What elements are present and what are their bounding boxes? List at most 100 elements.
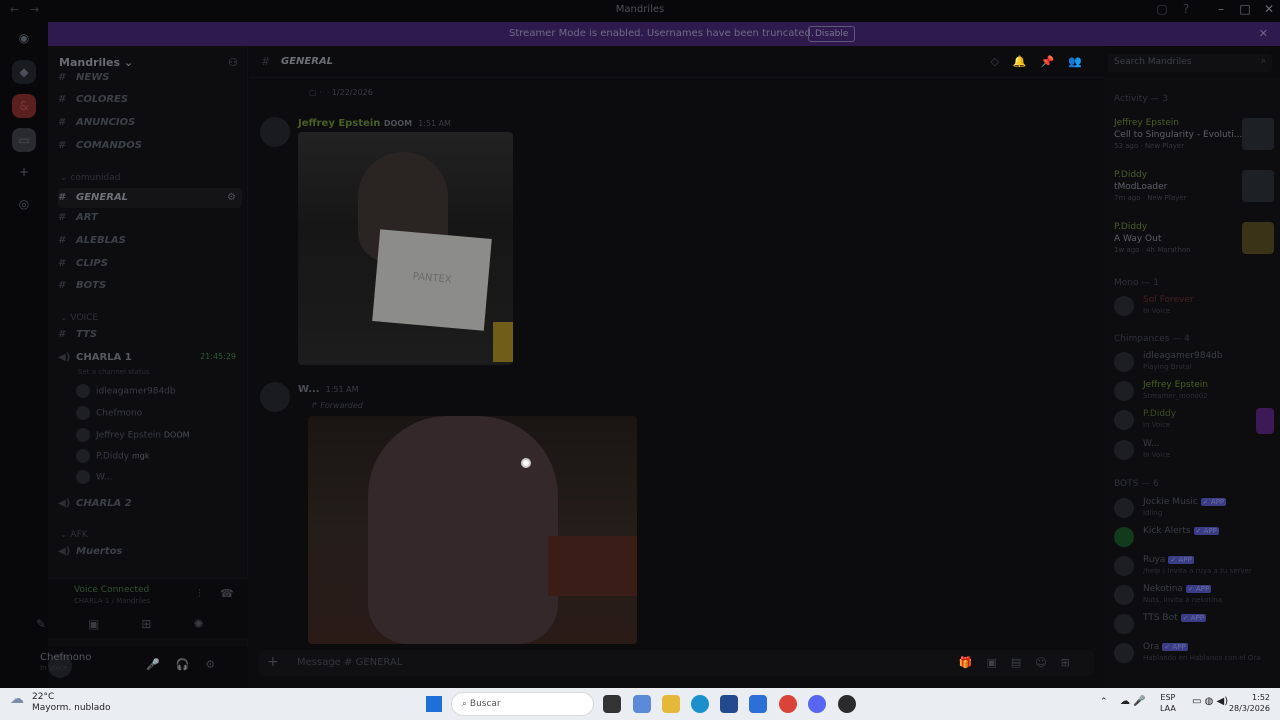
voice-channel-muertos[interactable]: ◀) Muertos: [58, 546, 242, 566]
message-image-2[interactable]: [308, 416, 637, 644]
disable-streamer-mode-button[interactable]: Disable: [808, 26, 856, 42]
widgets-app-icon[interactable]: [633, 695, 651, 713]
message-composer[interactable]: + Message # GENERAL 🎁▣▤☺⊞: [259, 650, 1094, 676]
discover-icon[interactable]: ◎: [12, 192, 36, 216]
server-icon-2[interactable]: &: [12, 94, 36, 118]
voice-member[interactable]: idleagamer984db: [76, 384, 176, 402]
outlook-icon[interactable]: [749, 695, 767, 713]
voice-member[interactable]: Chefmono: [76, 406, 142, 424]
tray-icons[interactable]: ☁ 🎤: [1120, 696, 1146, 707]
search-input[interactable]: Search Mandriles ⌕: [1108, 54, 1272, 72]
windows-start-icon[interactable]: [426, 696, 442, 712]
voice-member[interactable]: Jeffrey Epstein DOOM: [76, 428, 190, 446]
channel-anuncios[interactable]: # ANUNCIOS: [58, 117, 242, 137]
member-name-row: Kick Alerts ✓ APP: [1143, 526, 1219, 536]
maximize-button[interactable]: □: [1233, 2, 1257, 16]
disconnect-icon[interactable]: ☎: [220, 587, 234, 600]
channel-bots[interactable]: # BOTS: [58, 280, 242, 300]
add-server-icon[interactable]: +: [12, 160, 36, 184]
member-status: /help | Invita a ruya a tu server: [1143, 567, 1252, 575]
noise-suppression-icon[interactable]: ⫶: [198, 587, 201, 601]
app-badge: ✓ APP: [1162, 643, 1188, 651]
member-name: Jockie Music: [1143, 497, 1198, 507]
chat-area: # GENERAL ◇🔔📌👥 ▢ ·· · 1/22/2026 Jeffrey …: [249, 46, 1104, 688]
lang-layout: LAA: [1160, 704, 1176, 713]
voice-action-icons[interactable]: ✎▣⊞✺: [36, 617, 236, 631]
discord-taskbar-icon[interactable]: [808, 695, 826, 713]
voice-channel-charla-2[interactable]: ◀) CHARLA 2: [58, 498, 242, 518]
clock[interactable]: 1:52 28/3/2026: [1229, 692, 1270, 714]
add-member-icon[interactable]: ⚇: [228, 56, 238, 69]
member-item[interactable]: TTS Bot ✓ APP: [1114, 610, 1274, 638]
member-item[interactable]: Sol Forever In Voice: [1114, 292, 1274, 320]
close-window-button[interactable]: ✕: [1257, 2, 1280, 16]
direct-messages-icon[interactable]: ◉: [12, 26, 36, 50]
member-item[interactable]: Nekotina ✓ APP Nuts, invita a nekotina: [1114, 581, 1274, 609]
taskbar-search[interactable]: ⌕ Buscar: [451, 692, 594, 716]
channel-clips[interactable]: # CLIPS: [58, 258, 242, 278]
activity-item[interactable]: P.Diddy tModLoader 7m ago · New Player: [1114, 170, 1274, 218]
message-avatar[interactable]: [260, 117, 290, 147]
channel-art[interactable]: # ART: [58, 212, 242, 232]
edge-icon[interactable]: [691, 695, 709, 713]
add-attachment-icon[interactable]: +: [267, 654, 279, 670]
user-controls-icons[interactable]: 🎤🎧⚙: [146, 658, 231, 671]
reply-snippet[interactable]: ▢ ·· · 1/22/2026: [309, 88, 373, 97]
member-item[interactable]: Kick Alerts ✓ APP: [1114, 523, 1274, 551]
channel-tts[interactable]: # TTS: [58, 329, 242, 349]
app-icon[interactable]: [838, 695, 856, 713]
message-image-1[interactable]: PANTEX: [298, 132, 513, 365]
member-item[interactable]: Jockie Music ✓ APP Idling: [1114, 494, 1274, 522]
member-item[interactable]: P.Diddy In Voice: [1114, 406, 1274, 434]
file-explorer-icon[interactable]: [662, 695, 680, 713]
channel-colores[interactable]: # COLORES: [58, 94, 242, 114]
message-author[interactable]: Jeffrey Epstein DOOM 1:51 AM: [298, 118, 451, 129]
weather-widget[interactable]: ☁ 22°C Mayorm. nublado: [10, 692, 111, 714]
member-item[interactable]: Ora ✓ APP Hablando en Hablanos con el Ora: [1114, 639, 1274, 667]
author-tag: DOOM: [383, 119, 413, 128]
task-view-icon[interactable]: [603, 695, 621, 713]
server-icon-1[interactable]: ◆: [12, 60, 36, 84]
member-name: W...: [1143, 439, 1160, 449]
header-toolbar-icons[interactable]: ◇🔔📌👥: [990, 55, 1096, 68]
activity-thumbnail: [1242, 222, 1274, 254]
tray-chevron-icon[interactable]: ⌃: [1100, 697, 1108, 707]
lang-code: ESP: [1160, 693, 1176, 702]
voice-member[interactable]: W...: [76, 470, 112, 488]
member-item[interactable]: Jeffrey Epstein Streamer_mono02: [1114, 377, 1274, 405]
server-icon-mandriles[interactable]: ▭: [12, 128, 36, 152]
channel-aleblas[interactable]: # ALEBLAS: [58, 235, 242, 255]
category-voice[interactable]: ⌄ VOICE: [60, 313, 98, 323]
category-comunidad[interactable]: ⌄ comunidad: [60, 173, 120, 183]
voice-member[interactable]: P.Diddy mgk: [76, 449, 149, 467]
language-indicator[interactable]: ESP LAA: [1160, 692, 1176, 714]
server-name[interactable]: Mandriles ⌄: [59, 56, 133, 69]
channel-news[interactable]: # NEWS: [58, 72, 242, 86]
window-title: Mandriles: [615, 4, 665, 15]
message-avatar[interactable]: [260, 382, 290, 412]
member-item[interactable]: W... In Voice: [1114, 436, 1274, 464]
member-name-row: Ora ✓ APP: [1143, 642, 1188, 652]
channel-general[interactable]: # GENERAL ⚙: [58, 188, 242, 208]
channel-settings-icon[interactable]: ⚙: [227, 192, 236, 203]
network-volume-icons[interactable]: ▭ ◍ ◀): [1192, 696, 1228, 707]
member-item[interactable]: Ruya ✓ APP/help | Invita a ruya a tu serv…: [1114, 552, 1274, 580]
activity-item[interactable]: P.Diddy A Way Out 1w ago · 4h Marathon: [1114, 222, 1274, 270]
inbox-icon[interactable]: ▢: [1150, 2, 1174, 16]
channel-comandos[interactable]: # COMANDOS: [58, 140, 242, 160]
member-status: In Voice: [1143, 307, 1171, 315]
channel-status[interactable]: Set a channel status: [78, 368, 150, 376]
chat-header: # GENERAL ◇🔔📌👥: [249, 46, 1104, 78]
category-afk[interactable]: ⌄ AFK: [60, 530, 88, 540]
hash-icon: #: [58, 140, 67, 151]
help-icon[interactable]: ?: [1174, 2, 1198, 16]
minimize-button[interactable]: –: [1209, 2, 1233, 16]
store-icon[interactable]: [720, 695, 738, 713]
member-item[interactable]: idleagamer984db Playing Brutal: [1114, 348, 1274, 376]
avatar: [76, 406, 90, 420]
composer-tool-icons[interactable]: 🎁▣▤☺⊞: [959, 656, 1084, 669]
chrome-icon[interactable]: [779, 695, 797, 713]
activity-item[interactable]: Jeffrey Epstein Cell to Singularity - Ev…: [1114, 118, 1274, 166]
banner-close-icon[interactable]: ✕: [1259, 27, 1268, 40]
message-author[interactable]: W... 1:51 AM: [298, 384, 359, 395]
